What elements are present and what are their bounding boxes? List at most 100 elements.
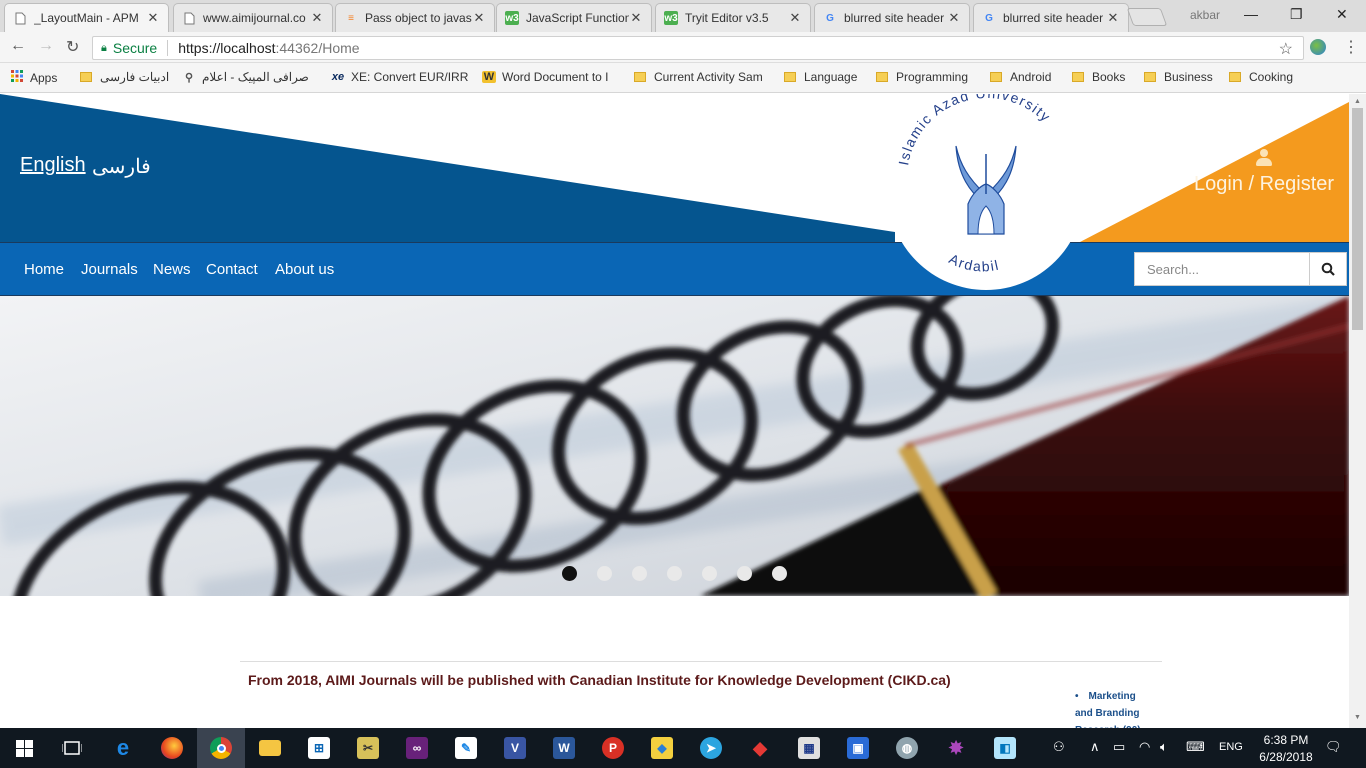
taskbar-app[interactable]: P xyxy=(589,728,637,768)
slide-dot[interactable] xyxy=(702,566,717,581)
bookmark-apps[interactable]: Apps xyxy=(10,70,57,85)
profile-name[interactable]: akbar xyxy=(1190,8,1220,22)
scroll-up-icon[interactable]: ▲ xyxy=(1354,98,1361,105)
slide-dot[interactable] xyxy=(562,566,577,581)
taskbar-app[interactable]: ➤ xyxy=(687,728,735,768)
bookmark-folder[interactable]: Current Activity Sam xyxy=(634,70,772,84)
login-register-link[interactable]: Login / Register xyxy=(1194,173,1334,196)
url-bar[interactable]: 🔒︎ Secure https://localhost:44362/Home ☆ xyxy=(92,36,1304,60)
user-icon[interactable] xyxy=(1256,149,1272,167)
scroll-down-icon[interactable]: ▼ xyxy=(1354,714,1361,721)
bookmark-item[interactable]: W Word Document to I xyxy=(482,70,620,84)
folder-icon xyxy=(1144,72,1156,82)
close-icon[interactable]: ✕ xyxy=(310,10,324,26)
scroll-thumb[interactable] xyxy=(1352,108,1363,330)
xe-icon: xe xyxy=(331,71,345,83)
nav-contact[interactable]: Contact xyxy=(206,261,258,278)
browser-tab[interactable]: w3 JavaScript Function ✕ xyxy=(496,3,652,32)
bookmark-item[interactable]: xe XE: Convert EUR/IRR xyxy=(331,70,471,84)
taskbar-app[interactable]: ◧ xyxy=(981,728,1029,768)
taskbar-app[interactable]: ◍ xyxy=(883,728,931,768)
university-logo[interactable]: Islamic Azad University Ardabil xyxy=(888,94,1084,294)
minimize-icon[interactable]: — xyxy=(1244,6,1258,22)
battery-icon[interactable]: ▭ xyxy=(1113,739,1125,755)
search-input[interactable] xyxy=(1147,261,1307,277)
browser-tab[interactable]: G blurred site header ✕ xyxy=(973,3,1129,32)
nav-news[interactable]: News xyxy=(153,261,191,278)
taskbar-app[interactable]: ✎ xyxy=(442,728,490,768)
bookmark-folder[interactable]: Language xyxy=(784,70,857,84)
taskbar-app[interactable]: V xyxy=(491,728,539,768)
language-farsi-link[interactable]: فارسی xyxy=(92,154,151,179)
taskbar-app[interactable]: ◆ xyxy=(638,728,686,768)
slide-dot[interactable] xyxy=(667,566,682,581)
keyboard-icon[interactable]: ⌨ xyxy=(1186,739,1205,755)
bookmark-label: Word Document to I xyxy=(502,70,609,84)
task-view-button[interactable] xyxy=(48,728,96,768)
slide-dot[interactable] xyxy=(737,566,752,581)
nav-home[interactable]: Home xyxy=(24,261,64,278)
browser-tab[interactable]: w3 Tryit Editor v3.5 ✕ xyxy=(655,3,811,32)
window-close-icon[interactable]: ✕ xyxy=(1336,6,1348,23)
close-icon[interactable]: ✕ xyxy=(472,10,486,26)
close-icon[interactable]: ✕ xyxy=(629,10,643,26)
extension-icon[interactable] xyxy=(1310,39,1326,55)
slide-dot[interactable] xyxy=(772,566,787,581)
search-button[interactable] xyxy=(1309,252,1347,286)
taskbar-app[interactable]: ▦ xyxy=(785,728,833,768)
taskbar-app[interactable]: ∞ xyxy=(393,728,441,768)
bookmark-folder[interactable]: ادبیات فارسی xyxy=(80,70,169,84)
nav-about-us[interactable]: About us xyxy=(275,261,334,278)
bookmark-folder[interactable]: Cooking xyxy=(1229,70,1293,84)
bookmark-folder[interactable]: Android xyxy=(990,70,1051,84)
notifications-icon[interactable]: 🗨︎ xyxy=(1325,739,1342,755)
bookmark-star-icon[interactable]: ☆ xyxy=(1279,39,1293,59)
clock-time[interactable]: 6:38 PM xyxy=(1262,733,1310,747)
close-icon[interactable]: ✕ xyxy=(1106,10,1120,26)
taskbar-app[interactable]: ⊞ xyxy=(295,728,343,768)
input-language[interactable]: ENG xyxy=(1219,741,1243,753)
language-english-link[interactable]: English xyxy=(20,154,86,177)
slide-dot[interactable] xyxy=(632,566,647,581)
wifi-icon[interactable]: ◠ xyxy=(1139,739,1150,755)
clock-date[interactable]: 6/28/2018 xyxy=(1252,750,1320,764)
taskbar-app[interactable]: W xyxy=(540,728,588,768)
slide-dot[interactable] xyxy=(597,566,612,581)
taskbar-app[interactable]: ▣ xyxy=(834,728,882,768)
close-icon[interactable]: ✕ xyxy=(947,10,961,26)
close-icon[interactable]: ✕ xyxy=(146,10,160,26)
url-text[interactable]: https://localhost:44362/Home xyxy=(178,40,359,56)
taskbar-app[interactable] xyxy=(148,728,196,768)
browser-tab[interactable]: _LayoutMain - APM ✕ xyxy=(4,3,169,32)
taskbar-app[interactable]: ✸ xyxy=(932,728,980,768)
hero-slider[interactable] xyxy=(0,296,1349,596)
taskbar-app[interactable] xyxy=(197,728,245,768)
people-icon[interactable]: ⚇ xyxy=(1053,739,1065,755)
back-icon[interactable]: ← xyxy=(10,37,26,55)
new-tab-button[interactable] xyxy=(1126,8,1168,26)
taskbar-app[interactable] xyxy=(246,728,294,768)
bookmark-folder[interactable]: Business xyxy=(1144,70,1213,84)
taskbar-app[interactable]: ✂ xyxy=(344,728,392,768)
search-field[interactable] xyxy=(1134,252,1310,286)
bookmark-folder[interactable]: Books xyxy=(1072,70,1125,84)
browser-tab[interactable]: ≡ Pass object to javas ✕ xyxy=(335,3,495,32)
forward-icon[interactable]: → xyxy=(38,37,54,55)
browser-tab[interactable]: www.aimijournal.co ✕ xyxy=(173,3,333,32)
browser-tab[interactable]: G blurred site header ✕ xyxy=(814,3,970,32)
start-button[interactable] xyxy=(0,728,48,768)
menu-icon[interactable]: ⋮ xyxy=(1343,37,1359,57)
taskbar-app[interactable]: ◆ xyxy=(736,728,784,768)
bookmark-folder[interactable]: Programming xyxy=(876,70,968,84)
category-link[interactable]: Marketing and Branding Research (90) xyxy=(1075,691,1141,728)
list-item[interactable]: •Marketing and Branding Research (90) xyxy=(1075,688,1155,728)
maximize-icon[interactable]: ❐ xyxy=(1290,6,1303,23)
chevron-up-icon[interactable]: ∧ xyxy=(1090,739,1100,755)
bookmark-item[interactable]: ⚲ صرافی المپیک - اعلام xyxy=(182,70,309,84)
taskbar-app[interactable]: e xyxy=(99,728,147,768)
reload-icon[interactable]: ↻ xyxy=(66,37,79,57)
volume-icon[interactable]: 🔈︎ xyxy=(1160,739,1168,755)
page-scrollbar[interactable]: ▲ ▼ xyxy=(1349,94,1366,728)
close-icon[interactable]: ✕ xyxy=(788,10,802,26)
nav-journals[interactable]: Journals xyxy=(81,261,138,278)
